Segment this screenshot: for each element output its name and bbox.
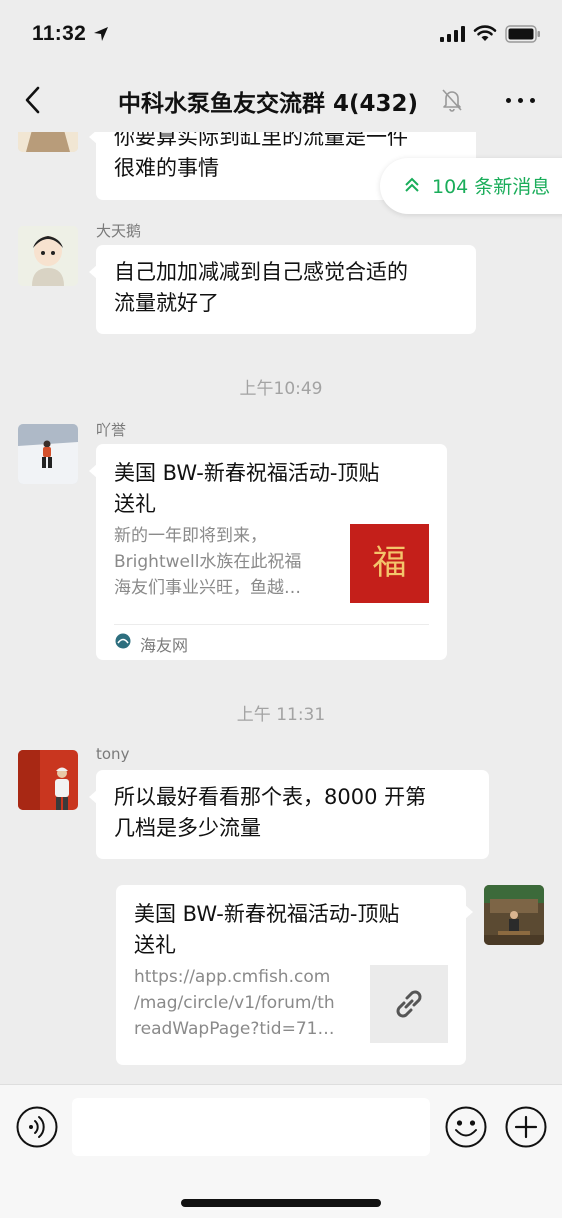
link-desc-line: /mag/circle/v1/forum/th — [134, 993, 335, 1013]
avatar[interactable] — [18, 424, 78, 484]
message-bubble[interactable]: 所以最好看看那个表，8000 开第 几档是多少流量 — [89, 770, 489, 859]
plus-icon[interactable] — [505, 1106, 547, 1148]
thumbnail-text: 福 — [372, 543, 407, 583]
wifi-icon — [473, 25, 497, 41]
signal-icon — [440, 26, 465, 42]
sender-name: tony — [96, 745, 130, 763]
source-logo-icon — [115, 633, 131, 649]
message-text-line: 流量就好了 — [114, 291, 219, 315]
message-text-line: 你要算实际到缸里的流量是一件 — [114, 132, 408, 149]
link-thumbnail — [370, 965, 448, 1043]
mute-bell-icon — [442, 89, 462, 112]
avatar[interactable] — [18, 132, 78, 152]
avatar[interactable] — [18, 226, 78, 286]
message-input[interactable] — [72, 1098, 430, 1156]
new-messages-pill[interactable]: 104 条新消息 — [380, 158, 562, 214]
article-title-line: 美国 BW-新春祝福活动-顶贴 — [114, 461, 380, 485]
message-text-line: 几档是多少流量 — [114, 816, 261, 840]
my-avatar[interactable] — [484, 885, 544, 945]
article-card[interactable]: 美国 BW-新春祝福活动-顶贴 送礼 新的一年即将到来， Brightwell水… — [89, 444, 447, 660]
article-desc-line: 新的一年即将到来， — [114, 526, 267, 546]
avatar[interactable] — [18, 750, 78, 810]
message-text-line: 所以最好看看那个表，8000 开第 — [114, 785, 427, 809]
battery-icon — [505, 25, 540, 43]
article-thumbnail: 福 — [350, 524, 429, 603]
card-divider — [114, 624, 429, 625]
timestamp: 上午 11:31 — [236, 705, 326, 725]
sender-name: 吖誉 — [96, 421, 127, 439]
link-desc-line: https://app.cmfish.com — [134, 967, 331, 987]
link-desc-line: readWapPage?tid=71… — [134, 1019, 335, 1039]
voice-icon[interactable] — [16, 1106, 58, 1148]
input-bar — [0, 1084, 562, 1218]
nav-bar: 中科水泵鱼友交流群 4(432) — [0, 68, 562, 132]
article-desc-line: 海友们事业兴旺，鱼越… — [114, 578, 301, 598]
article-title-line: 送礼 — [114, 492, 156, 516]
back-icon[interactable] — [22, 86, 44, 114]
sender-name: 大天鹅 — [96, 222, 142, 240]
link-title-line: 美国 BW-新春祝福活动-顶贴 — [134, 902, 400, 926]
emoji-icon[interactable] — [445, 1106, 487, 1148]
article-desc-line: Brightwell水族在此祝福 — [114, 552, 302, 572]
status-time: 11:32 — [32, 22, 87, 45]
chat-title: 中科水泵鱼友交流群 4(432) — [118, 91, 419, 117]
link-icon — [396, 990, 422, 1018]
location-arrow-icon — [94, 27, 108, 41]
article-source: 海友网 — [140, 636, 189, 655]
message-text-line: 自己加加减减到自己感觉合适的 — [114, 260, 408, 284]
link-title-line: 送礼 — [134, 933, 176, 957]
timestamp: 上午10:49 — [239, 379, 323, 399]
new-messages-label: 104 条新消息 — [432, 176, 551, 198]
link-card[interactable]: 美国 BW-新春祝福活动-顶贴 送礼 https://app.cmfish.co… — [116, 885, 473, 1065]
status-bar: 11:32 — [0, 0, 562, 68]
chat-area[interactable]: 你要算实际到缸里的流量是一件 很难的事情 大天鹅 自己加加减减到自己感觉合适的 … — [0, 132, 562, 1084]
double-chevron-up-icon — [405, 177, 419, 192]
message-bubble[interactable]: 自己加加减减到自己感觉合适的 流量就好了 — [89, 245, 476, 334]
home-indicator — [181, 1199, 381, 1207]
more-icon[interactable] — [504, 90, 538, 110]
